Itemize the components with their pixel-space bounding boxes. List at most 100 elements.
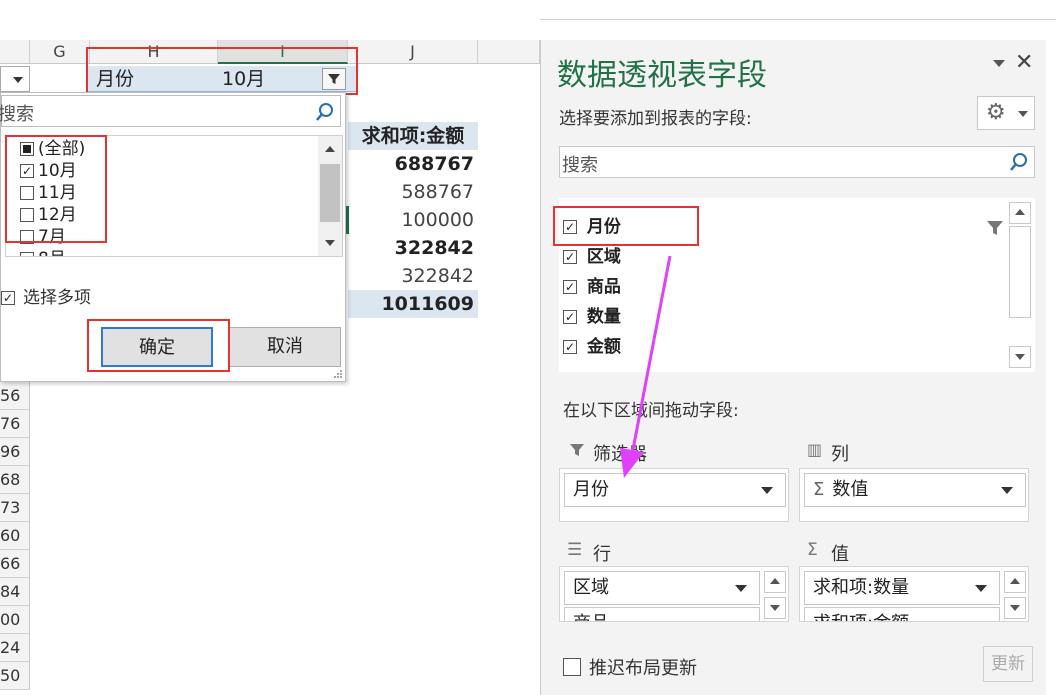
row-header[interactable]: 50 bbox=[0, 662, 30, 690]
values-area-title: 值 bbox=[831, 544, 849, 565]
chevron-down-icon bbox=[735, 585, 747, 592]
filter-item-8[interactable]: 8月 bbox=[20, 248, 66, 256]
columns-area-item[interactable]: Σ 数值 bbox=[804, 473, 1026, 507]
close-icon[interactable]: ✕ bbox=[1015, 50, 1033, 75]
row-header[interactable]: 66 bbox=[0, 550, 30, 578]
area-item-label: 区域 bbox=[573, 577, 609, 598]
highlight-report-filter bbox=[86, 47, 358, 95]
pivot-fields-pane: 数据透视表字段 ✕ 选择要添加到报表的字段: ⚙ 搜索 月份 区域 商品 数量 … bbox=[540, 40, 1046, 695]
highlight-month-field bbox=[553, 206, 699, 246]
filter-item-label: 8月 bbox=[38, 249, 66, 256]
values-area[interactable]: 求和项:数量 求和项:金额 bbox=[799, 566, 1029, 622]
filter-list-scrollbar[interactable] bbox=[318, 136, 342, 256]
column-header-g[interactable]: G bbox=[30, 40, 90, 64]
field-product[interactable]: 商品 bbox=[563, 274, 621, 300]
gear-icon: ⚙ bbox=[986, 100, 1006, 125]
field-label: 数量 bbox=[586, 307, 621, 327]
values-area-item[interactable]: 求和项:金额 bbox=[804, 607, 1000, 621]
checkbox-icon[interactable] bbox=[563, 658, 581, 676]
rows-scroll-down[interactable] bbox=[764, 597, 786, 619]
pivot-grand-total[interactable]: 1011609 bbox=[348, 290, 478, 318]
area-item-label: 商品 bbox=[573, 613, 609, 621]
row-header[interactable]: 60 bbox=[0, 522, 30, 550]
field-label: 区域 bbox=[586, 247, 621, 267]
tools-button[interactable]: ⚙ bbox=[977, 96, 1035, 130]
row-header[interactable]: 56 bbox=[0, 382, 30, 410]
filters-area-item[interactable]: 月份 bbox=[564, 473, 786, 507]
checkbox-checked-icon[interactable] bbox=[1, 291, 15, 305]
checkbox-checked-icon[interactable] bbox=[563, 280, 577, 294]
resize-grip-icon[interactable] bbox=[333, 369, 343, 379]
scroll-down-icon[interactable] bbox=[325, 240, 335, 246]
filters-area[interactable]: 月份 bbox=[559, 468, 789, 522]
checkbox-checked-icon[interactable] bbox=[563, 340, 577, 354]
row-header[interactable]: 76 bbox=[0, 410, 30, 438]
field-list-scroll-up[interactable] bbox=[1009, 202, 1031, 224]
area-item-label: 数值 bbox=[832, 479, 869, 500]
rows-scroll-up[interactable] bbox=[764, 571, 786, 593]
rows-area-item[interactable]: 商品 bbox=[564, 607, 760, 621]
field-search-box[interactable]: 搜索 bbox=[559, 146, 1035, 178]
scroll-up-icon bbox=[1010, 578, 1020, 584]
scroll-thumb[interactable] bbox=[320, 164, 340, 222]
row-header[interactable]: 73 bbox=[0, 494, 30, 522]
row-header[interactable]: 00 bbox=[0, 606, 30, 634]
column-header-k[interactable] bbox=[478, 40, 540, 64]
scroll-up-icon bbox=[770, 578, 780, 584]
row-header[interactable]: 96 bbox=[0, 438, 30, 466]
pivot-value-cell[interactable]: 322842 bbox=[348, 262, 474, 290]
area-item-label: 求和项:金额 bbox=[813, 613, 909, 621]
checkbox-checked-icon[interactable] bbox=[563, 250, 577, 264]
scroll-down-icon bbox=[1015, 354, 1025, 360]
pivot-value-cell[interactable]: 688767 bbox=[348, 150, 474, 178]
defer-update-option[interactable]: 推迟布局更新 bbox=[563, 654, 697, 680]
columns-area-icon: ▥ bbox=[807, 440, 822, 459]
highlight-ok-button bbox=[87, 319, 230, 372]
pane-title: 数据透视表字段 bbox=[557, 58, 767, 93]
cancel-button[interactable]: 取消 bbox=[229, 327, 341, 367]
pivot-value-header: 求和项:金额 bbox=[348, 122, 478, 150]
row-header[interactable]: 68 bbox=[0, 466, 30, 494]
column-header-j[interactable]: J bbox=[348, 40, 478, 64]
sigma-icon: Σ bbox=[807, 540, 818, 560]
values-area-item[interactable]: 求和项:数量 bbox=[804, 571, 1000, 605]
row-label-filter-button[interactable] bbox=[0, 66, 30, 92]
rows-area-icon: ☰ bbox=[567, 540, 583, 560]
pane-options-icon[interactable] bbox=[993, 60, 1005, 67]
checkbox-checked-icon[interactable] bbox=[563, 310, 577, 324]
choose-fields-label: 选择要添加到报表的字段: bbox=[559, 109, 752, 129]
values-scroll-down[interactable] bbox=[1004, 597, 1026, 619]
rows-area-item[interactable]: 区域 bbox=[564, 571, 760, 605]
values-scroll-up[interactable] bbox=[1004, 571, 1026, 593]
columns-area[interactable]: Σ 数值 bbox=[799, 468, 1029, 522]
pivot-value-cell[interactable]: 100000 bbox=[348, 206, 474, 234]
field-list-scroll-thumb[interactable] bbox=[1009, 226, 1031, 318]
field-label: 金额 bbox=[586, 337, 621, 357]
rows-area[interactable]: 区域 商品 bbox=[559, 566, 789, 622]
column-header-stub bbox=[0, 40, 30, 64]
field-amount[interactable]: 金额 bbox=[563, 334, 621, 360]
update-button[interactable]: 更新 bbox=[983, 646, 1033, 682]
field-list-scroll-down[interactable] bbox=[1009, 346, 1031, 368]
checkbox-icon[interactable] bbox=[20, 252, 34, 256]
defer-update-label: 推迟布局更新 bbox=[589, 658, 697, 679]
chevron-down-icon bbox=[1001, 487, 1013, 494]
filter-area-icon bbox=[569, 442, 585, 462]
scroll-up-icon[interactable] bbox=[325, 146, 335, 152]
row-header[interactable]: 24 bbox=[0, 634, 30, 662]
rows-area-title: 行 bbox=[593, 544, 611, 565]
filter-search-box[interactable]: 搜索 bbox=[0, 95, 341, 127]
select-multiple-option[interactable]: 选择多项 bbox=[1, 283, 91, 308]
area-item-label: 求和项:数量 bbox=[813, 577, 910, 598]
drag-fields-label: 在以下区域间拖动字段: bbox=[563, 401, 739, 421]
pivot-value-cell[interactable]: 322842 bbox=[348, 234, 474, 262]
scroll-up-icon bbox=[1015, 209, 1025, 215]
field-region[interactable]: 区域 bbox=[563, 244, 621, 270]
chevron-down-icon bbox=[1018, 111, 1028, 117]
worksheet[interactable]: G H I J 月份 10月 求和项:金额 688767 588767 1000… bbox=[0, 0, 540, 695]
field-quantity[interactable]: 数量 bbox=[563, 304, 621, 330]
row-header[interactable]: 84 bbox=[0, 578, 30, 606]
highlight-filter-items bbox=[5, 135, 107, 243]
pivot-value-cell[interactable]: 588767 bbox=[348, 178, 474, 206]
area-item-label: 月份 bbox=[573, 479, 609, 500]
